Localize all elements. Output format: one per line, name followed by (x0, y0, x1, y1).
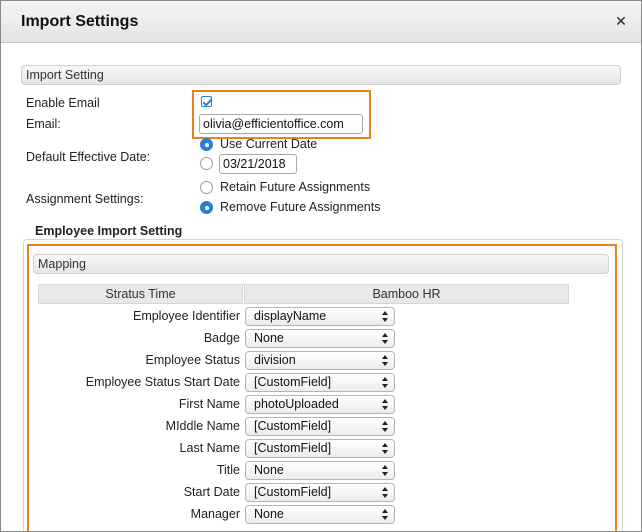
dialog-title: Import Settings (21, 13, 139, 30)
import-settings-dialog: Import Settings ✕ Import Setting Enable … (0, 0, 642, 532)
mapping-select-value: displayName (254, 309, 327, 323)
use-current-date-label: Use Current Date (220, 137, 318, 151)
chevron-updown-icon (382, 332, 389, 345)
mapping-label: Employee Identifier (132, 309, 240, 323)
chevron-updown-icon (382, 354, 389, 367)
dialog-titlebar: Import Settings ✕ (1, 1, 641, 43)
retain-assignments-label: Retain Future Assignments (220, 180, 371, 194)
mapping-select-value: [CustomField] (254, 441, 332, 455)
mapping-select[interactable]: None (245, 461, 395, 480)
mapping-select[interactable]: photoUploaded (245, 395, 395, 414)
mapping-select-value: division (254, 353, 296, 367)
custom-date-radio[interactable] (200, 157, 213, 170)
mapping-select[interactable]: [CustomField] (245, 439, 395, 458)
date-input[interactable]: 03/21/2018 (219, 154, 297, 174)
mapping-select-value: [CustomField] (254, 375, 332, 389)
mapping-label: Last Name (179, 441, 240, 455)
stratus-time-column-header: Stratus Time (38, 284, 243, 304)
mapping-header: Mapping (33, 254, 609, 274)
assignment-settings-label: Assignment Settings: (26, 192, 144, 206)
mapping-select[interactable]: None (245, 505, 395, 524)
email-input[interactable]: olivia@efficientoffice.com (199, 114, 363, 134)
mapping-select-value: [CustomField] (254, 485, 332, 499)
mapping-select-value: None (254, 463, 284, 477)
mapping-select[interactable]: None (245, 329, 395, 348)
employee-import-legend: Employee Import Setting (31, 224, 187, 238)
mapping-select-value: photoUploaded (254, 397, 339, 411)
mapping-select-value: None (254, 331, 284, 345)
mapping-label: First Name (178, 397, 240, 411)
chevron-updown-icon (382, 486, 389, 499)
chevron-updown-icon (382, 310, 389, 323)
chevron-updown-icon (382, 398, 389, 411)
mapping-label: Title (216, 463, 240, 477)
enable-email-label: Enable Email (26, 96, 100, 110)
mapping-label: Badge (203, 331, 240, 345)
mapping-select[interactable]: [CustomField] (245, 373, 395, 392)
close-icon[interactable]: ✕ (613, 13, 629, 29)
mapping-select-value: None (254, 507, 284, 521)
mapping-select[interactable]: [CustomField] (245, 417, 395, 436)
bamboo-hr-column-header: Bamboo HR (244, 284, 569, 304)
use-current-date-radio[interactable] (200, 138, 213, 151)
email-label: Email: (26, 117, 61, 131)
import-setting-header: Import Setting (21, 65, 621, 85)
mapping-label: Start Date (183, 485, 240, 499)
chevron-updown-icon (382, 442, 389, 455)
chevron-updown-icon (382, 508, 389, 521)
enable-email-checkbox[interactable] (201, 96, 212, 107)
chevron-updown-icon (382, 376, 389, 389)
mapping-select[interactable]: division (245, 351, 395, 370)
chevron-updown-icon (382, 420, 389, 433)
mapping-select[interactable]: displayName (245, 307, 395, 326)
mapping-label: Manager (190, 507, 240, 521)
default-date-label: Default Effective Date: (26, 150, 151, 164)
mapping-label: Employee Status Start Date (85, 375, 240, 389)
chevron-updown-icon (382, 464, 389, 477)
mapping-select-value: [CustomField] (254, 419, 332, 433)
mapping-label: MIddle Name (165, 419, 240, 433)
mapping-label: Employee Status (145, 353, 241, 367)
remove-assignments-label: Remove Future Assignments (220, 200, 381, 214)
mapping-select[interactable]: [CustomField] (245, 483, 395, 502)
retain-assignments-radio[interactable] (200, 181, 213, 194)
remove-assignments-radio[interactable] (200, 201, 213, 214)
